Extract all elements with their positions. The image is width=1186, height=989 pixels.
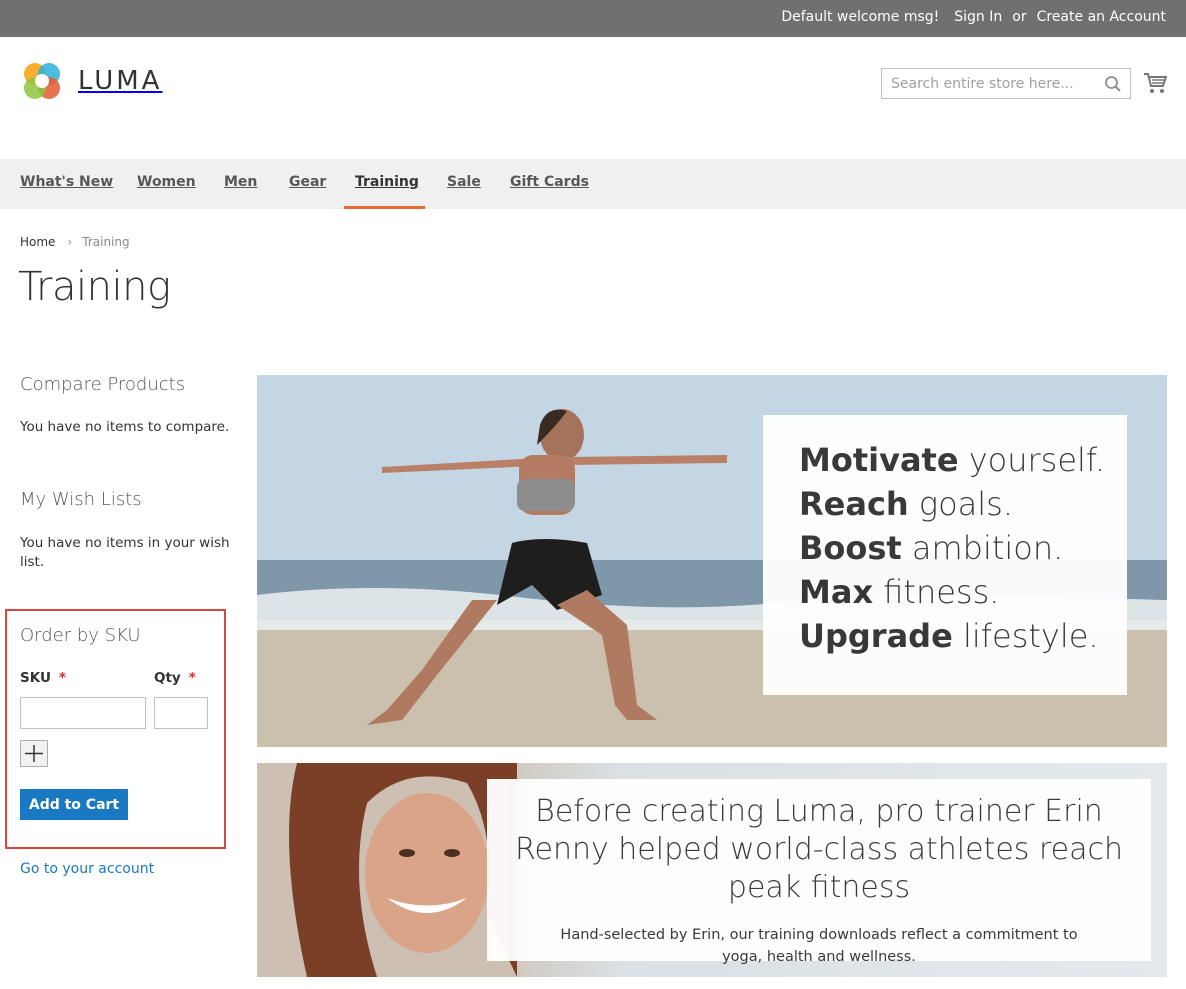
qty-required-mark: * (188, 670, 196, 686)
logo-text: LUMA (78, 66, 163, 96)
main-navigation: What's New Women Men Gear Training Sale … (0, 159, 1186, 209)
hero-line-4: Max fitness. (799, 573, 999, 611)
erin-subtext: Hand-selected by Erin, our training down… (560, 927, 1078, 965)
compare-products-title: Compare Products (20, 374, 186, 395)
sku-label: SKU * (20, 670, 66, 686)
nav-gift-cards[interactable]: Gift Cards (510, 159, 589, 209)
hero-line-5: Upgrade lifestyle. (799, 617, 1099, 655)
or-separator: or (1012, 9, 1027, 25)
plus-icon (25, 745, 43, 762)
hero-line-1-rest: yourself. (958, 441, 1106, 479)
search-icon[interactable] (1104, 75, 1122, 93)
search-box (881, 68, 1131, 99)
nav-sale[interactable]: Sale (447, 159, 481, 209)
hero-line-1: Motivate yourself. (799, 441, 1105, 479)
erin-renny-banner[interactable]: Before creating Luma, pro trainer Erin R… (257, 763, 1167, 977)
welcome-message: Default welcome msg! (781, 9, 940, 25)
nav-gear[interactable]: Gear (289, 159, 326, 209)
sku-label-text: SKU (20, 670, 51, 686)
breadcrumb-current: Training (82, 235, 130, 249)
qty-label: Qty * (154, 670, 196, 686)
page-title: Training (18, 264, 171, 310)
order-by-sku-title: Order by SKU (20, 625, 141, 646)
create-account-link[interactable]: Create an Account (1037, 9, 1166, 25)
nav-training[interactable]: Training (344, 159, 425, 209)
hero-line-3-bold: Boost (799, 529, 902, 567)
nav-women[interactable]: Women (137, 159, 196, 209)
erin-text-panel: Before creating Luma, pro trainer Erin R… (487, 779, 1151, 965)
training-hero-banner[interactable]: Motivate yourself. Reach goals. Boost am… (257, 375, 1167, 747)
sku-required-mark: * (58, 670, 66, 686)
luma-logo-icon (24, 63, 60, 99)
hero-line-4-bold: Max (799, 573, 874, 611)
luma-logo[interactable]: LUMA (20, 58, 162, 104)
hero-line-5-rest: lifestyle. (952, 617, 1099, 655)
hero-line-3: Boost ambition. (799, 529, 1063, 567)
erin-headline: Before creating Luma, pro trainer Erin R… (515, 794, 1123, 905)
nav-men[interactable]: Men (224, 159, 257, 209)
hero-text-panel: Motivate yourself. Reach goals. Boost am… (763, 415, 1127, 695)
add-row-button[interactable] (20, 740, 48, 767)
hero-line-3-rest: ambition. (901, 529, 1064, 567)
header-links: Default welcome msg! Sign In or Create a… (781, 9, 1166, 25)
add-to-cart-button[interactable]: Add to Cart (20, 789, 128, 820)
hero-line-5-bold: Upgrade (799, 617, 953, 655)
wishlist-empty-text: You have no items in your wish list. (20, 535, 230, 570)
sign-in-link[interactable]: Sign In (954, 9, 1002, 25)
search-input[interactable] (882, 69, 1092, 98)
wish-lists-title: My Wish Lists (20, 489, 142, 510)
hero-line-1-bold: Motivate (799, 441, 959, 479)
nav-whats-new[interactable]: What's New (20, 159, 113, 209)
hero-line-4-rest: fitness. (873, 573, 1000, 611)
qty-input[interactable] (154, 697, 208, 729)
breadcrumb: Home › Training (20, 235, 130, 249)
sku-input[interactable] (20, 697, 146, 729)
qty-label-text: Qty (154, 670, 181, 686)
compare-empty-text: You have no items to compare. (20, 419, 230, 435)
hero-line-2-bold: Reach (799, 485, 909, 523)
hero-line-2: Reach goals. (799, 485, 1013, 523)
chevron-right-icon: › (67, 235, 73, 249)
cart-icon[interactable] (1143, 71, 1167, 95)
top-panel: Default welcome msg! Sign In or Create a… (0, 0, 1186, 37)
go-to-account-link[interactable]: Go to your account (20, 861, 154, 877)
breadcrumb-home[interactable]: Home (20, 235, 55, 249)
hero-line-2-rest: goals. (908, 485, 1013, 523)
